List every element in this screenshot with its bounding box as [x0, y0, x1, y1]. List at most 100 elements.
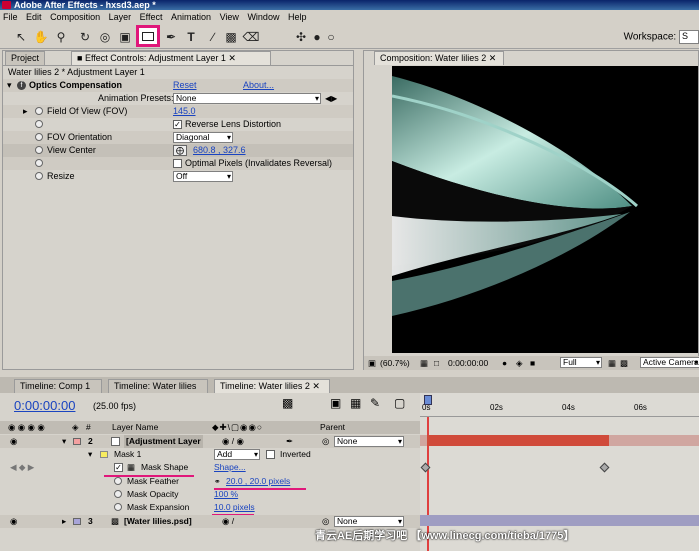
mask-shape-value[interactable]: Shape...: [214, 461, 246, 474]
menu-file[interactable]: File: [0, 10, 21, 25]
menu-composition[interactable]: Composition: [47, 10, 103, 25]
stopwatch-icon[interactable]: [114, 490, 122, 498]
composition-viewer[interactable]: [392, 66, 698, 353]
eraser-tool-icon[interactable]: ⌫: [242, 28, 260, 46]
hide-shy-icon[interactable]: ▦: [350, 396, 361, 410]
expand-triangle-icon[interactable]: ▸: [62, 515, 66, 528]
fx-icon[interactable]: f: [17, 81, 26, 90]
camera-dropdown[interactable]: Active Camera: [640, 357, 699, 368]
close-icon[interactable]: ✕: [489, 53, 497, 63]
tab-effect-controls[interactable]: ■ Effect Controls: Adjustment Layer 1 ✕: [71, 51, 271, 65]
keyframe-nav-icon[interactable]: ◀ ◆ ▶: [10, 461, 34, 474]
mask-row[interactable]: ▾ Mask 1 Add Inverted: [0, 448, 420, 461]
timecode-display[interactable]: 0:00:00:00: [448, 356, 488, 370]
menu-effect[interactable]: Effect: [137, 10, 166, 25]
clone-stamp-icon[interactable]: ▩: [222, 28, 240, 46]
transparency-grid-icon[interactable]: ▩: [620, 356, 628, 370]
eye-icon[interactable]: ◉: [10, 515, 17, 528]
rotate-tool-icon[interactable]: ↻: [76, 28, 94, 46]
mask-opacity-row[interactable]: Mask Opacity 100 %: [0, 488, 420, 501]
mask-mode-dropdown[interactable]: Add: [214, 449, 260, 460]
frame-blend-icon[interactable]: ✎: [370, 396, 380, 410]
current-time-indicator[interactable]: [424, 395, 432, 405]
parent-dropdown[interactable]: None: [334, 516, 404, 527]
preset-nav-icon[interactable]: ◀▶: [325, 92, 337, 105]
mask-color-icon[interactable]: [100, 451, 108, 458]
menu-layer[interactable]: Layer: [106, 10, 135, 25]
zoom-tool-icon[interactable]: ⚲: [52, 28, 70, 46]
menu-window[interactable]: Window: [244, 10, 282, 25]
mask-opacity-value[interactable]: 100 %: [214, 488, 238, 501]
label-color-icon[interactable]: [73, 438, 81, 445]
eye-icon[interactable]: ◉: [10, 435, 17, 448]
layer-row-2[interactable]: ◉ ▾ 2 [Adjustment Layer ◉ / ◉ ✒ ◎ None: [0, 435, 420, 448]
stopwatch-icon[interactable]: [35, 146, 43, 154]
stopwatch-icon[interactable]: [114, 503, 122, 511]
view-axis-icon[interactable]: ○: [322, 28, 340, 46]
mask-feather-value[interactable]: 20.0 , 20.0 pixels: [226, 475, 290, 488]
layer-switches-icon[interactable]: ◉ /: [222, 515, 234, 528]
tab-timeline-water-lilies[interactable]: Timeline: Water lilies: [108, 379, 208, 393]
reset-link[interactable]: Reset: [173, 79, 197, 92]
tab-composition[interactable]: Composition: Water lilies 2 ✕: [374, 51, 504, 65]
fov-orientation-dropdown[interactable]: Diagonal: [173, 132, 233, 143]
tab-project[interactable]: Project: [5, 51, 46, 65]
layer-name[interactable]: [Water lilies.psd]: [124, 515, 192, 528]
current-time[interactable]: 0:00:00:00: [14, 398, 75, 413]
text-tool-icon[interactable]: T: [182, 28, 200, 46]
expand-triangle-icon[interactable]: ▸: [23, 105, 28, 118]
resolution-dropdown[interactable]: Full: [560, 357, 602, 368]
pan-behind-icon[interactable]: ▣: [116, 28, 134, 46]
mask-feather-row[interactable]: Mask Feather ⚭ 20.0 , 20.0 pixels: [0, 475, 420, 488]
parent-pickwhip-icon[interactable]: ◎: [322, 435, 329, 448]
orbit-camera-icon[interactable]: ◎: [96, 28, 114, 46]
about-link[interactable]: About...: [243, 79, 274, 92]
stopwatch-icon[interactable]: [35, 120, 43, 128]
workspace-dropdown[interactable]: S: [679, 30, 699, 44]
comp-mini-flowchart-icon[interactable]: ▩: [282, 396, 293, 410]
region-icon[interactable]: □: [434, 356, 439, 370]
pen-tool-icon[interactable]: ✒: [162, 28, 180, 46]
link-chain-icon[interactable]: ⚭: [214, 475, 221, 488]
menu-help[interactable]: Help: [285, 10, 310, 25]
presets-dropdown[interactable]: None: [173, 93, 321, 104]
collapse-triangle-icon[interactable]: ▾: [7, 79, 12, 92]
layer-duration-bar[interactable]: [420, 515, 699, 526]
color-channel-icon[interactable]: ■: [530, 356, 535, 370]
tab-timeline-water-lilies-2[interactable]: Timeline: Water lilies 2 ✕: [214, 379, 330, 393]
selection-tool-icon[interactable]: ↖: [12, 28, 30, 46]
mask-expansion-row[interactable]: Mask Expansion 10.0 pixels: [0, 501, 420, 514]
stopwatch-active-icon[interactable]: ✓: [114, 463, 123, 472]
menu-view[interactable]: View: [217, 10, 242, 25]
camera-snapshot-icon[interactable]: ●: [502, 356, 507, 370]
grid-icon[interactable]: ▦: [420, 356, 428, 370]
layer-duration-bar[interactable]: [427, 435, 609, 446]
menu-edit[interactable]: Edit: [23, 10, 45, 25]
collapse-triangle-icon[interactable]: ▾: [62, 435, 66, 448]
label-color-icon[interactable]: [73, 518, 81, 525]
layer-name-column[interactable]: Layer Name: [112, 421, 158, 434]
stopwatch-icon[interactable]: [35, 172, 43, 180]
draft-3d-icon[interactable]: ▣: [330, 396, 341, 410]
layer-name[interactable]: [Adjustment Layer: [124, 435, 203, 448]
fov-value[interactable]: 145.0: [173, 105, 196, 118]
time-ruler[interactable]: 0s 02s 04s 06s: [420, 403, 699, 417]
rectangle-mask-tool-icon[interactable]: [136, 25, 160, 47]
zoom-dropdown[interactable]: (60.7%): [380, 356, 410, 370]
crosshair-icon[interactable]: ⨁: [173, 145, 187, 156]
inverted-checkbox[interactable]: [266, 450, 275, 459]
view-center-value[interactable]: 680.8 , 327.6: [193, 144, 246, 157]
mask-name[interactable]: Mask 1: [114, 448, 141, 461]
reverse-checkbox[interactable]: ✓: [173, 120, 182, 129]
mask-expansion-value[interactable]: 10.0 pixels: [214, 501, 255, 514]
brush-tool-icon[interactable]: ∕: [204, 28, 222, 46]
stopwatch-icon[interactable]: [35, 107, 43, 115]
keyframe-marker[interactable]: [599, 462, 610, 473]
stopwatch-icon[interactable]: [35, 159, 43, 167]
hand-tool-icon[interactable]: ✋: [32, 28, 50, 46]
menu-animation[interactable]: Animation: [168, 10, 214, 25]
tab-timeline-comp1[interactable]: Timeline: Comp 1: [14, 379, 102, 393]
collapse-triangle-icon[interactable]: ▾: [88, 448, 92, 461]
motion-blur-icon[interactable]: ▢: [394, 396, 405, 410]
optimal-pixels-checkbox[interactable]: [173, 159, 182, 168]
